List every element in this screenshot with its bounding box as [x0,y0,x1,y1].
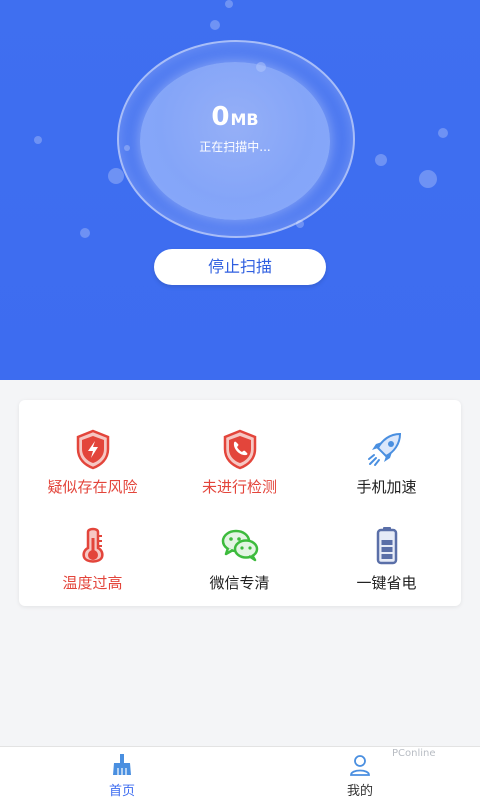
feature-wechat-clean-label: 微信专清 [209,574,270,592]
scan-size-unit: MB [230,110,259,129]
feature-grid: 疑似存在风险 未进行检测 手机加速 温度过高 微信专清 一键省电 [19,400,461,606]
feature-undetected-label: 未进行检测 [201,478,277,496]
decor-bubble [108,168,124,184]
decor-bubble [375,154,387,166]
feature-power-save[interactable]: 一键省电 [313,506,460,596]
tab-home[interactable]: 首页 [62,747,182,801]
feature-temperature[interactable]: 温度过高 [19,506,166,596]
battery-icon [376,527,398,565]
feature-undetected[interactable]: 未进行检测 [166,410,313,500]
stop-scan-button[interactable]: 停止扫描 [154,249,326,285]
decor-bubble [438,128,448,138]
shield-bolt-icon [76,429,110,470]
decor-bubble [210,20,220,30]
decor-bubble [80,228,90,238]
scan-size-readout: 0MB [140,102,330,132]
feature-power-save-label: 一键省电 [356,574,417,592]
decor-bubble [419,170,437,188]
feature-speedup[interactable]: 手机加速 [313,410,460,500]
feature-risk-label: 疑似存在风险 [47,478,138,496]
rocket-icon [368,432,402,466]
decor-bubble [34,136,42,144]
tab-home-label: 首页 [108,784,135,799]
broom-icon [113,754,131,775]
scan-size-value: 0 [211,102,230,132]
feature-temperature-label: 温度过高 [62,574,123,592]
watermark-logo: PConline [392,748,436,759]
feature-speedup-label: 手机加速 [356,478,417,496]
feature-wechat-clean[interactable]: 微信专清 [166,506,313,596]
decor-bubble [225,0,233,8]
tab-mine-label: 我的 [346,784,373,799]
wechat-icon [221,529,259,562]
scan-header: 0MB 正在扫描中... 停止扫描 [0,0,480,380]
scan-status-text: 正在扫描中... [199,140,271,154]
feature-risk[interactable]: 疑似存在风险 [19,410,166,500]
user-icon [350,755,370,776]
shield-phone-icon [223,429,257,470]
thermometer-icon [82,527,104,563]
